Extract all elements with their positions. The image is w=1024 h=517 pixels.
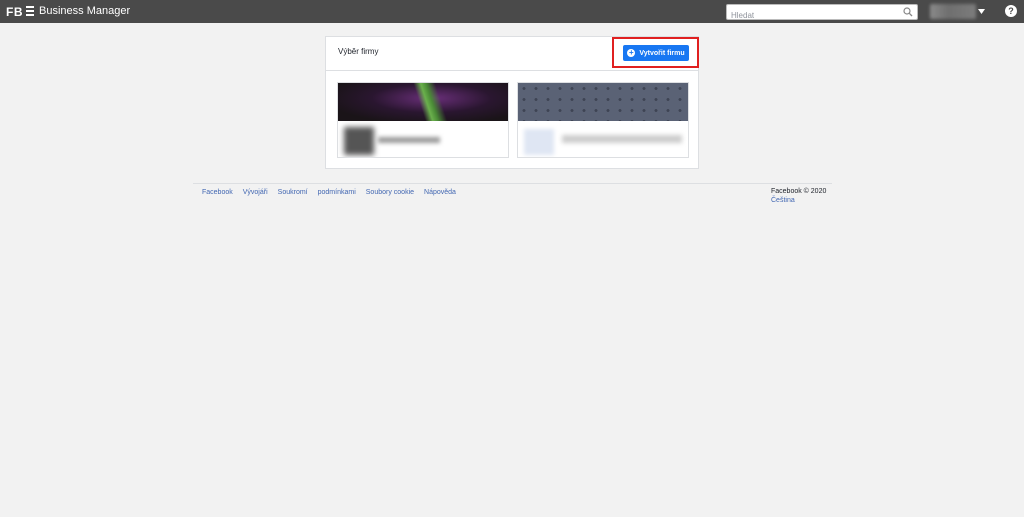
hamburger-menu-icon[interactable]	[26, 6, 34, 16]
create-business-button[interactable]: + Vytvořit firmu	[623, 45, 689, 61]
create-business-label: Vytvořit firmu	[639, 49, 685, 57]
plus-circle-icon: +	[627, 48, 636, 57]
business-card[interactable]	[337, 82, 509, 158]
search-box[interactable]	[726, 4, 918, 23]
footer-link-cookies[interactable]: Soubory cookie	[366, 189, 414, 196]
fb-logo[interactable]: FB	[6, 5, 23, 19]
footer-links: Facebook Vývojáři Soukromí podmínkami So…	[202, 189, 466, 196]
business-cover-image	[518, 83, 688, 121]
chevron-down-icon[interactable]	[978, 9, 985, 14]
business-card[interactable]	[517, 82, 689, 158]
business-name-blurred	[562, 135, 682, 143]
copyright-text: Facebook © 2020	[771, 188, 827, 195]
search-input[interactable]	[727, 8, 897, 23]
business-name-blurred	[378, 137, 440, 143]
help-icon[interactable]: ?	[1005, 5, 1017, 17]
business-cover-image	[338, 83, 508, 121]
footer-link-developers[interactable]: Vývojáři	[243, 189, 268, 196]
search-icon[interactable]	[903, 7, 913, 17]
business-profile-image	[344, 127, 374, 155]
footer-link-privacy[interactable]: Soukromí	[278, 189, 308, 196]
footer-link-facebook[interactable]: Facebook	[202, 189, 233, 196]
footer-right: Facebook © 2020 Čeština	[771, 187, 826, 205]
top-navigation-bar: FB Business Manager ?	[0, 0, 1024, 23]
panel-title: Výběr firmy	[338, 47, 379, 56]
panel-divider	[326, 70, 698, 71]
footer-link-help[interactable]: Nápověda	[424, 189, 456, 196]
language-link[interactable]: Čeština	[771, 196, 826, 205]
account-avatar[interactable]	[930, 4, 976, 19]
business-profile-image	[524, 129, 554, 155]
business-selection-panel: Výběr firmy + Vytvořit firmu	[325, 36, 699, 169]
app-title: Business Manager	[39, 5, 131, 17]
footer-link-terms[interactable]: podmínkami	[318, 189, 356, 196]
footer-divider	[193, 183, 832, 184]
